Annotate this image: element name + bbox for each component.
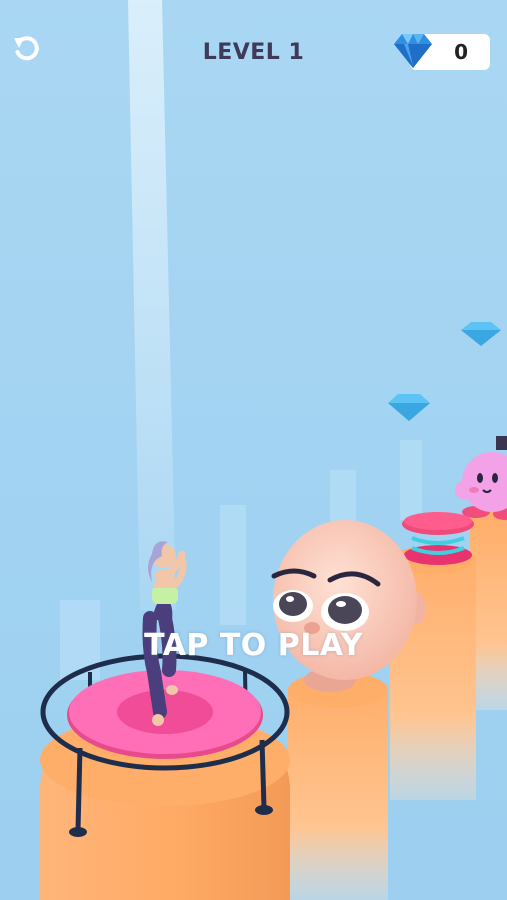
diamond-icon <box>394 34 432 68</box>
head-pillar <box>288 672 388 900</box>
gem-counter: 0 <box>392 32 490 70</box>
game-scene[interactable] <box>0 0 507 900</box>
tap-to-play-prompt[interactable]: TAP TO PLAY <box>0 628 507 663</box>
